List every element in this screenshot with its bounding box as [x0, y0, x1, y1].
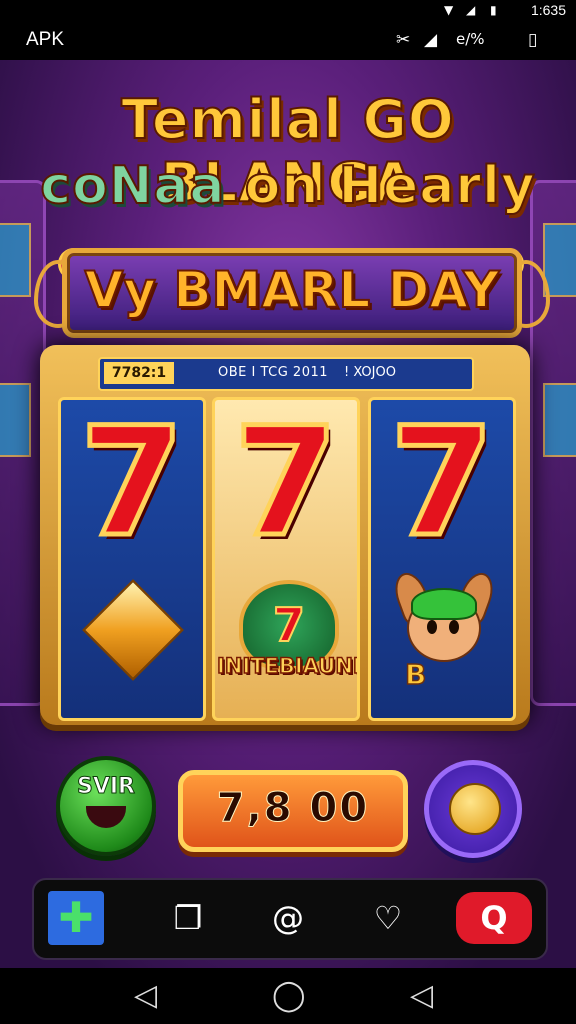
headline-line2-part-a: coNaa [39, 155, 245, 217]
credit-value: 7,8 00 [216, 785, 370, 832]
slot-machine: 7782:1 OBE I TCG 2011 ! XOJOO 7 7 7 INIT… [40, 345, 530, 725]
coin-button[interactable] [424, 760, 522, 858]
status-bar: ▼ ◢ ▮ 1:635 [0, 0, 576, 22]
headline-line2-part-b: on Hearly [244, 155, 536, 217]
heart-icon[interactable]: ♡ [356, 890, 420, 946]
coin-face-icon [449, 783, 501, 835]
badge-symbol: 7 [272, 597, 306, 653]
seven-symbol: 7 [231, 397, 340, 570]
headline-line2: coNaa on Hearly [0, 155, 576, 217]
info-center: OBE I TCG 2011 [218, 365, 329, 380]
search-icon[interactable]: Q [456, 892, 532, 944]
signal-icon: ◢ [466, 3, 476, 17]
back-button[interactable]: ◁ [134, 978, 157, 1014]
info-left: 7782:1 [104, 362, 174, 384]
seven-symbol: 7 [387, 397, 496, 570]
recent-button[interactable]: ◁ [410, 978, 433, 1014]
reel-3: 7 B [368, 397, 516, 721]
game-banner: Vy BMARL DAY [62, 248, 522, 338]
signal-icon: ◢ [424, 30, 438, 50]
game-scene: Temilal GO BLANGA coNaa on Hearly Vy BMA… [0, 60, 576, 968]
spin-label: SVIR [77, 774, 136, 800]
badge-icon: 7 INITEBIAUNHA [216, 580, 357, 698]
creature-icon: B [389, 568, 499, 692]
at-icon[interactable]: @ [256, 890, 320, 946]
home-button[interactable]: ◯ [272, 978, 306, 1014]
nav-bar: ◁ ◯ ◁ [0, 968, 576, 1024]
plus-icon[interactable]: ✚ [48, 891, 104, 945]
spin-button[interactable]: SVIR [56, 756, 156, 856]
battery-icon: ▯ [528, 30, 538, 50]
app-bar: APK ✂ ◢ e/% ▯ [0, 22, 576, 60]
info-bar: 7782:1 OBE I TCG 2011 ! XOJOO [98, 357, 474, 391]
reel-1: 7 [58, 397, 206, 721]
badge-label: INITEBIAUNHA [216, 653, 357, 679]
gem-icon [82, 579, 184, 681]
tab-bar: ✚ ❐ @ ♡ Q [32, 878, 548, 960]
mouth-icon [86, 806, 126, 828]
reel-2: 7 7 INITEBIAUNHA [212, 397, 360, 721]
app-title: APK [26, 29, 65, 50]
arcade-cabinet-right [530, 180, 576, 706]
tool-icon: ✂ [396, 30, 411, 50]
credit-display[interactable]: 7,8 00 [178, 770, 408, 852]
status-time: 1:635 [530, 2, 566, 18]
creature-tag: B [404, 657, 427, 692]
banner-title: Vy BMARL DAY [84, 260, 501, 320]
wifi-icon: ▼ [444, 3, 454, 17]
battery-icon: ▮ [490, 3, 497, 17]
seven-symbol: 7 [77, 397, 186, 570]
data-icon: e/% [456, 30, 485, 48]
info-right: ! XOJOO [344, 365, 396, 380]
bookmark-icon[interactable]: ❐ [156, 890, 220, 946]
